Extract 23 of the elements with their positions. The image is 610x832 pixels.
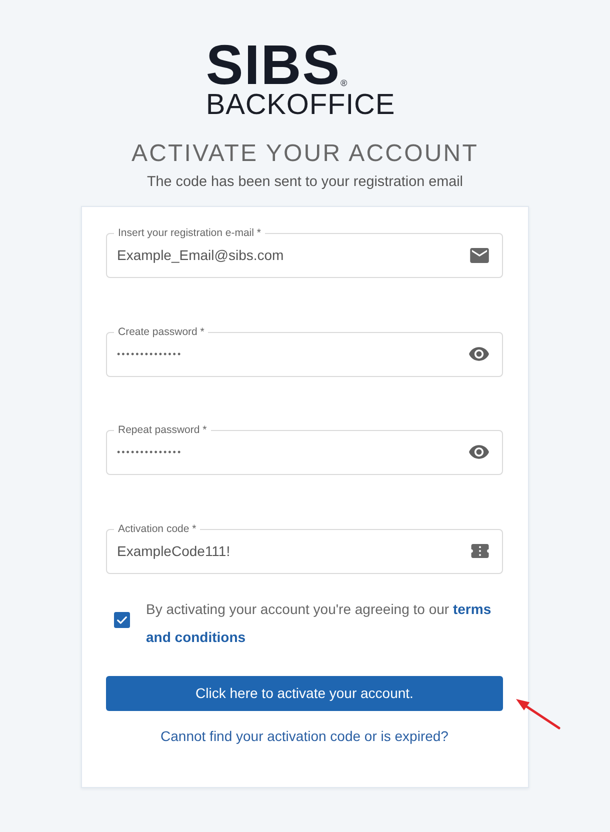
email-field[interactable]: Insert your registration e-mail * Example_Email@sibs.com: [106, 227, 503, 278]
activation-code-help-link[interactable]: Cannot find your activation code or is expired?: [160, 726, 448, 744]
terms-link[interactable]: and conditions: [146, 628, 246, 644]
envelope-icon: [470, 248, 489, 262]
password-field[interactable]: Create password * ••••••••••••••: [106, 326, 503, 376]
field-label: Activation code *: [117, 522, 198, 536]
eye-icon[interactable]: [469, 445, 489, 459]
product-name: BACKOFFICE: [206, 91, 396, 120]
password-field[interactable]: Repeat password * ••••••••••••••: [106, 424, 503, 475]
registered-mark: ®: [340, 79, 348, 88]
terms-link[interactable]: terms: [452, 600, 492, 616]
ticket-icon: [471, 544, 489, 558]
field-label: Create password *: [117, 326, 206, 338]
page-title: ACTIVATE YOUR ACCOUNT: [132, 140, 478, 168]
eye-icon[interactable]: [469, 346, 489, 360]
field-label: Repeat password *: [117, 424, 208, 437]
checkbox[interactable]: [114, 612, 130, 628]
field-label: Insert your registration e-mail *: [117, 227, 262, 240]
agreement-text: By activating your account you're agreeing to our terms and conditions: [146, 600, 492, 646]
logo-wordmark: SIBS: [206, 39, 341, 91]
activation-code-field[interactable]: Activation code * ExampleCode111!: [106, 522, 503, 574]
page-subtitle: The code has been sent to your registration email: [147, 173, 463, 191]
activate-account-button[interactable]: Click here to activate your account.: [106, 676, 503, 710]
